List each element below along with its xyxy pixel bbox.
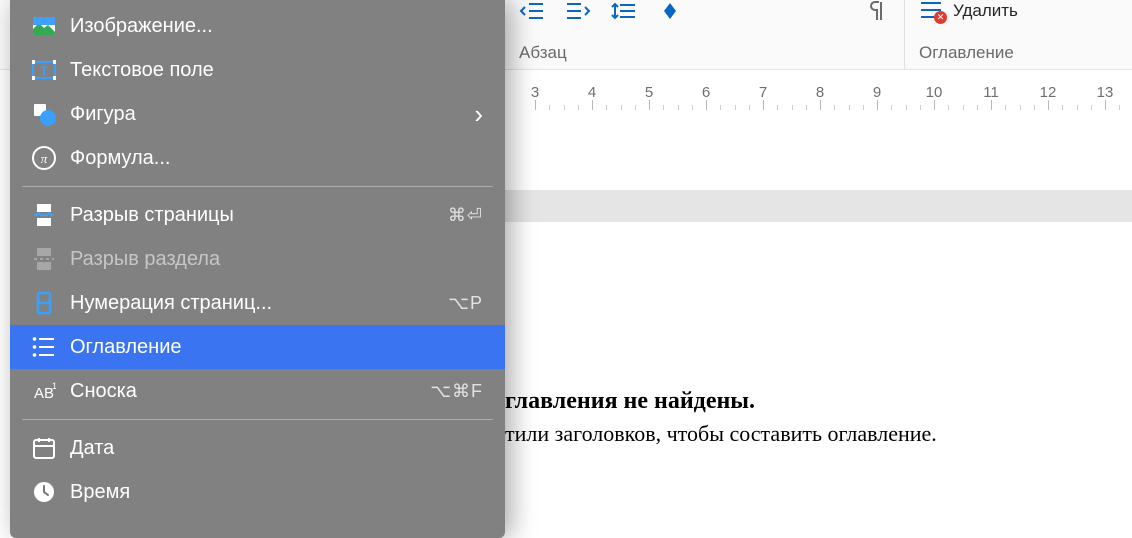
menu-item-shape[interactable]: Фигура ›	[10, 92, 505, 136]
toc-placeholder-body: тили заголовков, чтобы составить оглавле…	[505, 421, 937, 447]
outdent-icon[interactable]	[519, 0, 545, 22]
ruler-number: 7	[759, 84, 767, 101]
toc-placeholder-text: главления не найдены. тили заголовков, ч…	[505, 388, 937, 447]
insert-menu[interactable]: Изображение... Текстовое поле Фигура › Форму…	[10, 0, 505, 538]
menu-item-toc[interactable]: Оглавление	[10, 325, 505, 369]
ruler-number: 9	[873, 84, 881, 101]
menu-item-label: Время	[70, 481, 483, 504]
ruler-tick	[877, 100, 878, 110]
menu-item-footnote[interactable]: Сноска ⌥⌘F	[10, 369, 505, 413]
bullet-color-icon[interactable]	[657, 0, 683, 22]
toc-delete-button[interactable]: ✕ Удалить	[919, 0, 1018, 22]
menu-item-formula[interactable]: Формула...	[10, 136, 505, 180]
ruler-tick	[763, 100, 764, 110]
ruler-number: 4	[588, 84, 596, 101]
menu-item-label: Формула...	[70, 147, 483, 170]
formula-icon	[32, 146, 56, 170]
ruler-number: 11	[983, 84, 999, 101]
ruler-tick	[649, 100, 650, 110]
ruler-number: 13	[1097, 84, 1114, 101]
toc-placeholder-heading: главления не найдены.	[505, 388, 937, 415]
toolbar-group-toc: ✕ Удалить Оглавление	[905, 0, 1132, 69]
menu-item-label: Разрыв раздела	[70, 248, 483, 271]
menu-item-textbox[interactable]: Текстовое поле	[10, 48, 505, 92]
menu-item-label: Оглавление	[70, 336, 483, 359]
pagebreak-icon	[32, 203, 56, 227]
image-icon	[32, 14, 56, 38]
menu-item-label: Дата	[70, 437, 483, 460]
menu-item-image[interactable]: Изображение...	[10, 4, 505, 48]
menu-item-label: Фигура	[70, 103, 460, 126]
ruler-tick	[1048, 100, 1049, 110]
ruler-tick	[535, 100, 536, 110]
ruler[interactable]: 3 4 5 6 7 8 9 10 11 12 13	[505, 70, 1132, 110]
menu-item-label: Нумерация страниц...	[70, 292, 434, 315]
menu-item-pagenum[interactable]: Нумерация страниц... ⌥P	[10, 281, 505, 325]
toolbar-group-paragraph: Абзац	[505, 0, 905, 69]
indent-icon[interactable]	[565, 0, 591, 22]
shape-icon	[32, 102, 56, 126]
menu-item-label: Текстовое поле	[70, 59, 483, 82]
time-icon	[32, 480, 56, 504]
menu-item-label: Сноска	[70, 380, 416, 403]
toolbar-toc-label: Оглавление	[919, 43, 1118, 63]
ruler-number: 5	[645, 84, 653, 101]
ruler-tick	[706, 100, 707, 110]
menu-item-label: Разрыв страницы	[70, 204, 434, 227]
pagenum-icon	[32, 291, 56, 315]
chevron-right-icon: ›	[474, 99, 483, 130]
menu-item-shortcut: ⌘⏎	[448, 205, 483, 226]
menu-item-shortcut: ⌥P	[448, 293, 483, 314]
ruler-number: 10	[926, 84, 943, 101]
menu-item-label: Изображение...	[70, 15, 483, 38]
document-area[interactable]: главления не найдены. тили заголовков, ч…	[505, 110, 1132, 538]
menu-item-shortcut: ⌥⌘F	[430, 381, 483, 402]
menu-item-date[interactable]: Дата	[10, 426, 505, 470]
menu-item-time[interactable]: Время	[10, 470, 505, 514]
footnote-icon	[32, 379, 56, 403]
menu-item-pagebreak[interactable]: Разрыв страницы ⌘⏎	[10, 193, 505, 237]
toc-icon	[32, 335, 56, 359]
pilcrow-icon[interactable]	[864, 0, 890, 22]
line-spacing-icon[interactable]	[611, 0, 637, 22]
sectionbreak-icon	[32, 247, 56, 271]
menu-separator	[22, 419, 493, 420]
menu-separator	[22, 186, 493, 187]
ruler-number: 6	[702, 84, 710, 101]
ruler-number: 12	[1040, 84, 1057, 101]
textbox-icon	[32, 58, 56, 82]
ruler-tick	[592, 100, 593, 110]
ruler-tick	[820, 100, 821, 110]
toc-outline-icon: ✕	[919, 0, 945, 22]
ruler-number: 8	[816, 84, 824, 101]
toolbar-paragraph-label: Абзац	[519, 43, 890, 63]
delete-badge-icon: ✕	[934, 11, 947, 24]
page-gap	[505, 190, 1132, 222]
ruler-tick	[1105, 100, 1106, 110]
ruler-tick	[991, 100, 992, 110]
toc-delete-label: Удалить	[953, 1, 1018, 21]
menu-item-sectionbreak: Разрыв раздела	[10, 237, 505, 281]
ruler-number: 3	[531, 84, 539, 101]
date-icon	[32, 436, 56, 460]
ruler-tick	[934, 100, 935, 110]
